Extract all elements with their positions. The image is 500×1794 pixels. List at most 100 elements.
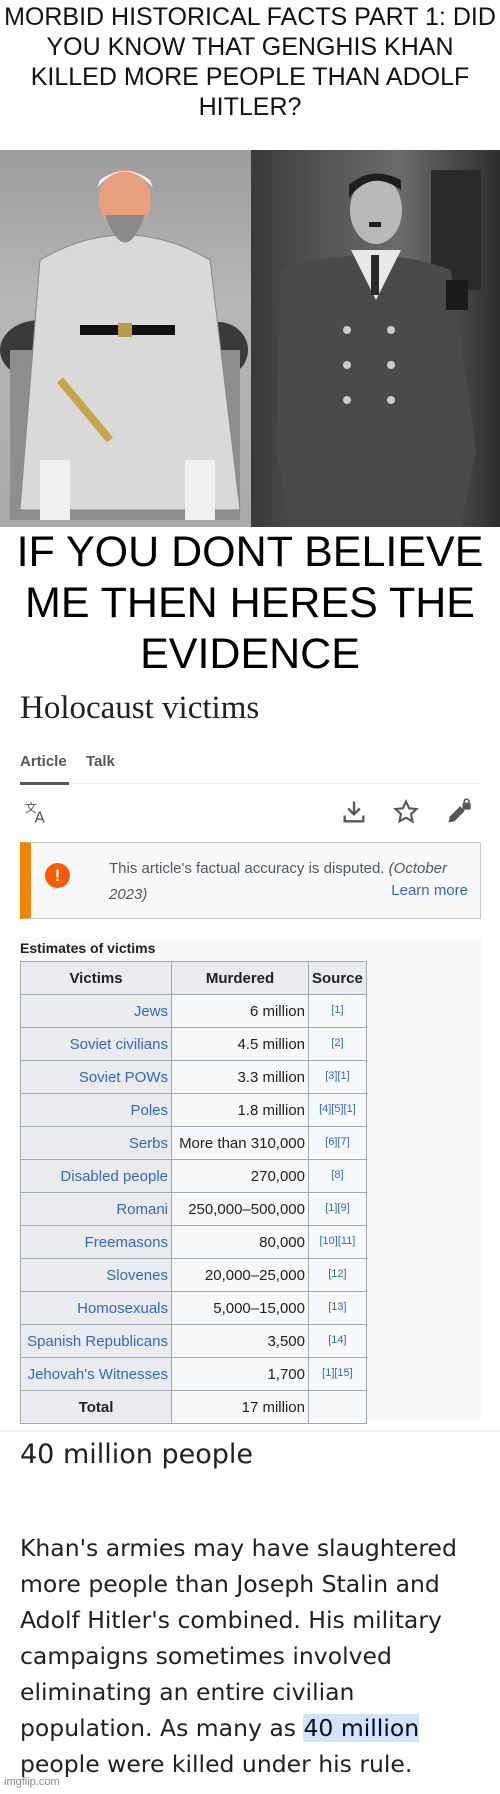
source-cell: [13] [308, 1291, 367, 1325]
total-source [308, 1390, 367, 1424]
citation-link[interactable]: [1] [331, 1004, 343, 1016]
total-label: Total [20, 1390, 172, 1424]
table-header-row: Victims Murdered Source [20, 961, 367, 995]
victim-group-cell: Homosexuals [20, 1291, 172, 1325]
warning-icon: ! [45, 863, 70, 888]
citation-link[interactable]: [12] [328, 1268, 346, 1280]
source-cell: [1][15] [308, 1357, 367, 1391]
victim-group-link[interactable]: Serbs [129, 1135, 168, 1152]
table-total-row: Total 17 million [20, 1390, 367, 1424]
section-divider [0, 1430, 500, 1432]
source-cell: [10][11] [308, 1225, 367, 1259]
citation-link[interactable]: [14] [328, 1334, 346, 1346]
table-row: Disabled people 270,000 [8] [20, 1159, 367, 1193]
middle-caption: IF YOU DONT BELIEVE ME THEN HERES THE EV… [16, 528, 484, 678]
table-row: Spanish Republicans 3,500 [14] [20, 1324, 367, 1358]
victim-group-link[interactable]: Soviet POWs [79, 1069, 168, 1086]
disputed-notice: ! This article's factual accuracy is dis… [20, 842, 481, 919]
murdered-count-cell: 80,000 [171, 1225, 309, 1259]
header-source: Source [308, 961, 367, 995]
murdered-count-cell: 270,000 [171, 1159, 309, 1193]
victim-group-cell: Poles [20, 1093, 172, 1127]
snippet-text-before: Khan's armies may have slaughtered more … [20, 1534, 457, 1742]
tab-article[interactable]: Article [20, 753, 67, 770]
page-title: Holocaust victims [20, 690, 260, 726]
download-icon[interactable] [340, 798, 368, 826]
victim-group-cell: Soviet POWs [20, 1060, 172, 1094]
source-cell: [6][7] [308, 1126, 367, 1160]
source-cell: [14] [308, 1324, 367, 1358]
language-icon[interactable]: 文A [24, 798, 52, 827]
table-row: Homosexuals 5,000–15,000 [13] [20, 1291, 367, 1325]
source-cell: [12] [308, 1258, 367, 1292]
table-row: Jehovah's Witnesses 1,700 [1][15] [20, 1357, 367, 1391]
source-cell: [1] [308, 994, 367, 1028]
notice-message: This article's factual accuracy is dispu… [109, 860, 385, 877]
victim-group-cell: Spanish Republicans [20, 1324, 172, 1358]
victim-group-link[interactable]: Jehovah's Witnesses [28, 1366, 168, 1383]
header-victims: Victims [20, 961, 172, 995]
imgflip-watermark: imgflip.com [4, 1776, 60, 1788]
victim-group-cell: Jews [20, 994, 172, 1028]
victim-group-link[interactable]: Romani [116, 1201, 168, 1218]
table-row: Jews 6 million [1] [20, 994, 367, 1028]
table-row: Serbs More than 310,000 [6][7] [20, 1126, 367, 1160]
victim-group-link[interactable]: Disabled people [60, 1168, 168, 1185]
citation-link[interactable]: [13] [328, 1301, 346, 1313]
snippet-text-after: people were killed under his rule. [20, 1750, 413, 1778]
table-caption: Estimates of victims [20, 940, 156, 956]
victim-group-link[interactable]: Spanish Republicans [27, 1333, 168, 1350]
victim-group-cell: Romani [20, 1192, 172, 1226]
edit-lock-icon[interactable] [445, 798, 473, 826]
page-actions: 文A [20, 798, 481, 830]
source-cell: [8] [308, 1159, 367, 1193]
victim-group-link[interactable]: Homosexuals [77, 1300, 168, 1317]
citation-link[interactable]: [2] [331, 1037, 343, 1049]
citation-link[interactable]: [1][9] [325, 1202, 349, 1214]
murdered-count-cell: 250,000–500,000 [171, 1192, 309, 1226]
table-row: Slovenes 20,000–25,000 [12] [20, 1258, 367, 1292]
header-murdered: Murdered [171, 961, 309, 995]
citation-link[interactable]: [8] [331, 1169, 343, 1181]
citation-link[interactable]: [6][7] [325, 1136, 349, 1148]
top-caption: MORBID HISTORICAL FACTS PART 1: DID YOU … [4, 3, 496, 121]
star-icon[interactable] [392, 798, 420, 826]
citation-link[interactable]: [1][15] [322, 1367, 353, 1379]
answer-snippet: Khan's armies may have slaughtered more … [20, 1530, 490, 1782]
victim-group-link[interactable]: Jews [134, 1003, 168, 1020]
svg-text:A: A [35, 809, 46, 827]
tab-talk[interactable]: Talk [86, 753, 115, 770]
victim-group-cell: Slovenes [20, 1258, 172, 1292]
learn-more-link[interactable]: Learn more [391, 882, 468, 899]
citation-link[interactable]: [10][11] [319, 1235, 355, 1247]
murdered-count-cell: 4.5 million [171, 1027, 309, 1061]
victim-group-link[interactable]: Slovenes [106, 1267, 168, 1284]
table-row: Romani 250,000–500,000 [1][9] [20, 1192, 367, 1226]
murdered-count-cell: 1.8 million [171, 1093, 309, 1127]
victim-group-cell: Freemasons [20, 1225, 172, 1259]
murdered-count-cell: 20,000–25,000 [171, 1258, 309, 1292]
snippet-highlight: 40 million [303, 1714, 420, 1742]
citation-link[interactable]: [3][1] [325, 1070, 349, 1082]
victims-table: Victims Murdered Source Jews 6 million [1]… [20, 961, 367, 1424]
victim-group-link[interactable]: Poles [130, 1102, 168, 1119]
murdered-count-cell: 3.3 million [171, 1060, 309, 1094]
source-cell: [4][5][1] [308, 1093, 367, 1127]
comparison-images [0, 150, 500, 527]
victim-group-link[interactable]: Freemasons [85, 1234, 168, 1251]
source-cell: [1][9] [308, 1192, 367, 1226]
table-row: Freemasons 80,000 [10][11] [20, 1225, 367, 1259]
genghis-khan-image [0, 150, 251, 527]
article-tabs: Article Talk [20, 750, 481, 785]
genghis-khan-illustration [0, 170, 248, 520]
victim-group-cell: Jehovah's Witnesses [20, 1357, 172, 1391]
adolf-hitler-image [251, 150, 500, 527]
citation-link[interactable]: [4][5][1] [319, 1103, 356, 1115]
adolf-hitler-photo [276, 170, 481, 527]
victim-group-link[interactable]: Soviet civilians [70, 1036, 168, 1053]
murdered-count-cell: 6 million [171, 994, 309, 1028]
murdered-count-cell: 3,500 [171, 1324, 309, 1358]
table-row: Soviet civilians 4.5 million [2] [20, 1027, 367, 1061]
featured-answer: 40 million people [20, 1439, 253, 1470]
victims-table-container: Estimates of victims Victims Murdered So… [20, 937, 481, 1424]
